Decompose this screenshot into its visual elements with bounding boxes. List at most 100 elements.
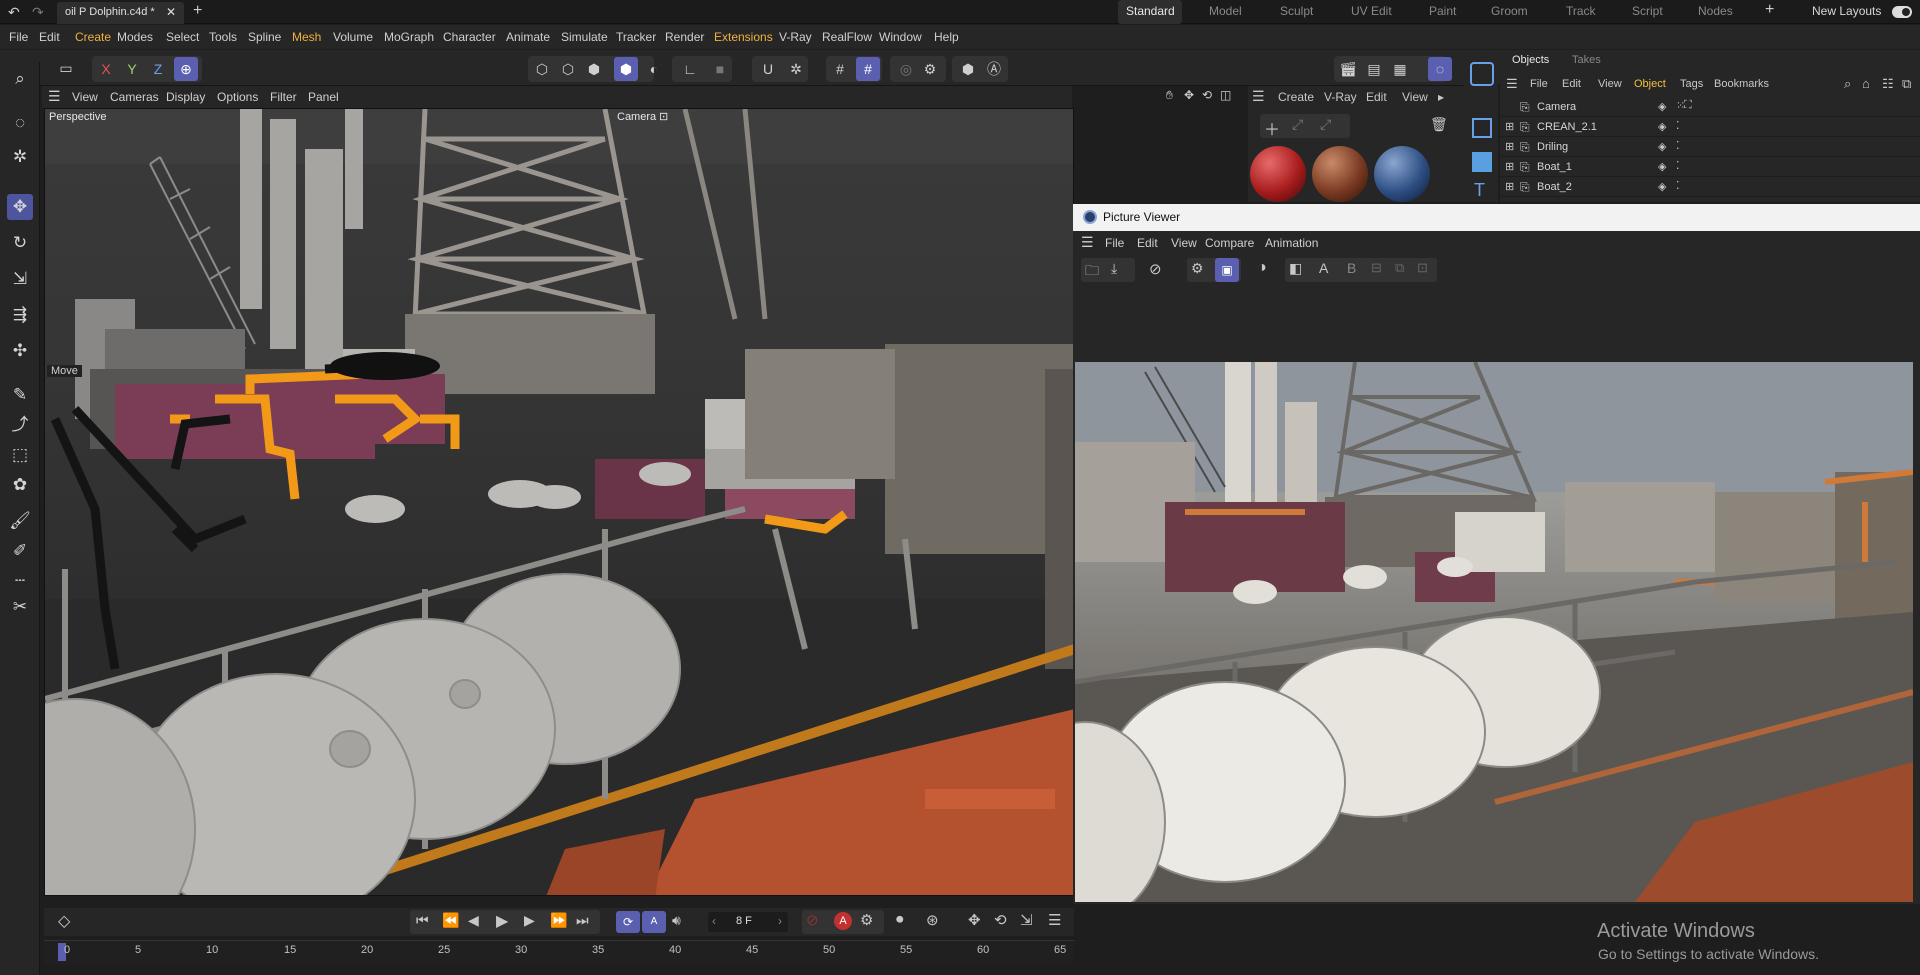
knife-icon[interactable]: ✂ [7,594,33,620]
apply-material-icon[interactable]: ⤢ [1320,116,1331,133]
menu-realflow[interactable]: RealFlow [822,30,872,44]
menu-render[interactable]: Render [665,30,704,44]
solo-icon[interactable]: ■ [708,57,732,81]
save-icon[interactable]: ⤓ [1111,260,1117,277]
vp-menu-filter[interactable]: Filter [270,90,297,104]
rotation-key-icon[interactable]: ⟲ [994,911,1007,929]
layout-groom[interactable]: Groom [1491,4,1528,18]
spline-pen-icon[interactable]: ✎ [7,382,33,408]
orbit-icon[interactable]: ⟲ [1202,88,1212,102]
render-region-icon[interactable]: ⚙ [1191,260,1204,277]
measure-icon[interactable]: ┄ [7,568,33,594]
layout-script[interactable]: Script [1632,4,1663,18]
axis-z-button[interactable]: Z [146,57,170,81]
paint-brush-icon[interactable]: 🖌︎ [7,508,33,534]
pv-menu-file[interactable]: File [1105,236,1124,250]
menu-file[interactable]: File [9,30,28,44]
new-layouts-label[interactable]: New Layouts [1812,4,1881,18]
camera-label[interactable]: Camera [617,111,656,123]
vp-menu-view[interactable]: View [72,90,98,104]
scale-tool-icon[interactable]: ⇲ [7,266,33,292]
text-tool-icon[interactable]: T [1474,180,1485,201]
open-folder-icon[interactable]: 🗀 [1085,260,1099,284]
render-to-picture-viewer-icon[interactable]: ▦ [1388,57,1412,81]
interactive-render-icon[interactable]: ◌ [1428,57,1452,81]
polygons-mode-icon[interactable]: ⬢ [582,57,606,81]
menu-volume[interactable]: Volume [333,30,373,44]
vp-menu-display[interactable]: Display [166,90,205,104]
visibility-dots-icon[interactable]: ⁚ [1676,119,1680,132]
key-settings-icon[interactable]: ⚙ [860,911,873,929]
texture-mode-icon[interactable]: ◐ [642,57,666,81]
dolly-icon[interactable]: ✥ [1184,88,1194,102]
vray-asset-icon[interactable]: Ⓐ [982,57,1006,81]
object-row-boat-1[interactable]: ⊞ ⎘ Boat_1 ◈ ⁚ [1500,158,1920,177]
points-mode-icon[interactable]: ⬡ [530,57,554,81]
axis-mode-icon[interactable]: ∟ [678,57,702,81]
menu-mesh[interactable]: Mesh [292,30,321,44]
new-window-icon[interactable]: ⧉ [1902,76,1911,92]
menu-spline[interactable]: Spline [248,30,281,44]
close-icon[interactable]: ✕ [166,5,176,19]
ab-compare-icon[interactable]: ◧ [1289,260,1302,277]
vray-object-icon[interactable]: ⬢ [956,57,980,81]
layout-paint[interactable]: Paint [1429,4,1456,18]
obj-menu-view[interactable]: View [1598,78,1622,90]
trash-icon[interactable]: 🗑︎ [1430,116,1448,133]
menu-mograph[interactable]: MoGraph [384,30,434,44]
position-key-icon[interactable]: ✥ [968,911,981,929]
vray-lasso-icon[interactable] [1470,62,1494,86]
visibility-dots-icon[interactable]: ⁚ [1676,179,1680,192]
camera-indicator-icon[interactable]: ⊡ [659,110,668,123]
vp-menu-panel[interactable]: Panel [308,90,339,104]
obj-menu-file[interactable]: File [1530,78,1548,90]
search-icon[interactable]: ⌕ [7,66,33,92]
menu-animate[interactable]: Animate [506,30,550,44]
param-key-icon[interactable]: ☰ [1048,911,1061,929]
picture-viewer-titlebar[interactable]: Picture Viewer [1073,204,1920,231]
hamburger-icon[interactable]: ☰ [48,88,61,105]
cube-frame-icon[interactable] [1472,118,1492,138]
object-row-boat-2[interactable]: ⊞ ⎘ Boat_2 ◈ ⁚ [1500,178,1920,197]
expand-icon[interactable]: ⊞ [1505,160,1514,173]
workplane-icon[interactable]: # [856,57,880,81]
maximize-view-icon[interactable]: ◫ [1220,88,1231,102]
transform-icon[interactable]: ⇶ [7,302,33,328]
layout-track[interactable]: Track [1566,4,1596,18]
copy-icon[interactable]: ⧉ [1395,260,1404,276]
model-mode-icon[interactable]: ⬢ [614,57,638,81]
frame-field[interactable]: ‹ 8 F › [708,912,788,932]
mat-menu-view[interactable]: View [1402,90,1428,104]
redo-icon[interactable]: ↷ [32,4,44,21]
pv-menu-edit[interactable]: Edit [1137,236,1158,250]
bevel-icon[interactable]: ⬚ [7,442,33,468]
compare-a-button[interactable]: A [1319,260,1328,276]
mat-menu-create[interactable]: Create [1278,90,1314,104]
material-swatch-blue[interactable] [1374,146,1430,202]
menu-select[interactable]: Select [166,30,199,44]
stop-render-icon[interactable]: ⊘ [1149,260,1162,278]
rotate-tool-icon[interactable]: ↻ [7,230,33,256]
layer-icon[interactable]: ◈ [1658,100,1666,113]
contrast-icon[interactable]: ◑ [1257,259,1267,277]
layout-nodes[interactable]: Nodes [1698,4,1733,18]
obj-menu-tags[interactable]: Tags [1680,78,1703,90]
document-tab[interactable]: oil P Dolphin.c4d * ✕ [57,2,184,24]
motion-record-icon[interactable]: ⏺ [896,911,904,928]
extrude-icon[interactable]: ⤴ [7,412,33,438]
pv-menu-view[interactable]: View [1171,236,1197,250]
layout-toggle[interactable] [1892,6,1912,18]
key-mode-icon[interactable]: ⊛ [926,911,939,929]
menu-vray[interactable]: V-Ray [779,30,812,44]
render-view-icon[interactable]: ▤ [1362,57,1386,81]
move-tool-icon[interactable]: ✥ [7,194,33,220]
expand-icon[interactable]: ⊞ [1505,140,1514,153]
menu-extensions[interactable]: Extensions [714,30,773,44]
snap-settings-icon[interactable]: ✲ [784,57,808,81]
obj-menu-object[interactable]: Object [1634,78,1666,90]
menu-window[interactable]: Window [879,30,922,44]
perspective-viewport[interactable]: Perspective Camera ⊡ Move [44,108,1074,896]
next-frame-icon[interactable]: ▶ [524,912,535,929]
object-row-driling[interactable]: ⊞ ⎘ Driling ◈ ⁚ [1500,138,1920,157]
render-settings-icon[interactable]: ⚙ [918,57,942,81]
